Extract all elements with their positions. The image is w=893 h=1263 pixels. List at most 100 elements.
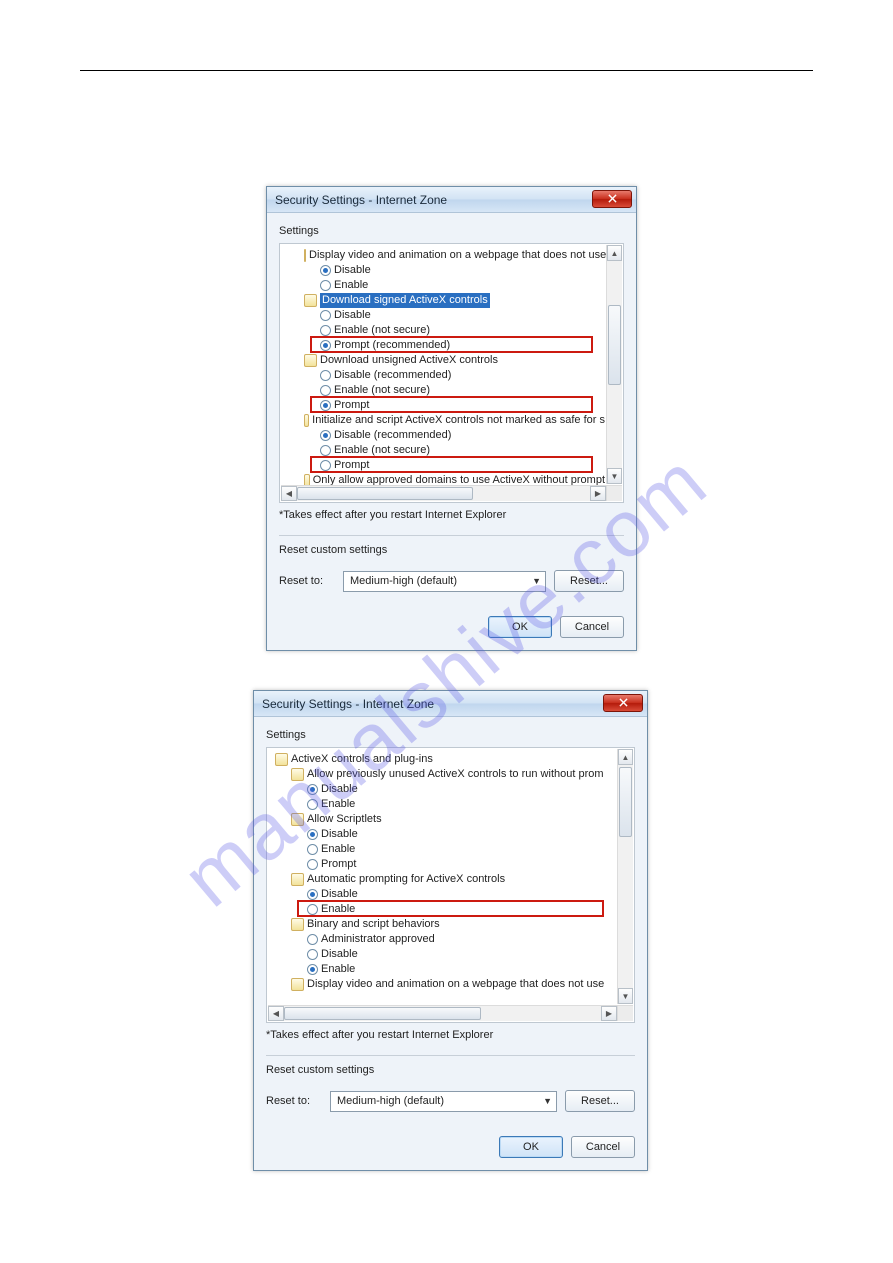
scroll-right-arrow[interactable]: ▶ xyxy=(601,1006,617,1021)
radio-option[interactable]: Disable xyxy=(284,308,605,323)
radio-icon[interactable] xyxy=(320,310,331,321)
horizontal-scrollbar[interactable]: ◀ ▶ xyxy=(281,485,606,501)
scroll-left-arrow[interactable]: ◀ xyxy=(268,1006,284,1021)
scroll-thumb[interactable] xyxy=(608,305,621,385)
option-label: Disable xyxy=(321,887,358,902)
radio-option[interactable]: Disable xyxy=(271,782,616,797)
close-button[interactable] xyxy=(592,190,632,208)
radio-option[interactable]: Prompt xyxy=(284,398,605,413)
reset-to-label: Reset to: xyxy=(279,575,335,587)
option-label: Enable (not secure) xyxy=(334,323,430,338)
radio-option[interactable]: Enable xyxy=(271,797,616,812)
radio-icon[interactable] xyxy=(307,859,318,870)
radio-option[interactable]: Administrator approved xyxy=(271,932,616,947)
radio-icon[interactable] xyxy=(307,889,318,900)
radio-icon[interactable] xyxy=(320,400,331,411)
reset-button[interactable]: Reset... xyxy=(565,1090,635,1112)
reset-level-dropdown[interactable]: Medium-high (default) ▼ xyxy=(330,1091,557,1112)
radio-icon[interactable] xyxy=(307,949,318,960)
scroll-left-arrow[interactable]: ◀ xyxy=(281,486,297,501)
radio-icon[interactable] xyxy=(320,445,331,456)
radio-option[interactable]: Enable (not secure) xyxy=(284,443,605,458)
scroll-up-arrow[interactable]: ▲ xyxy=(618,749,633,765)
titlebar[interactable]: Security Settings - Internet Zone xyxy=(254,691,647,717)
option-label: Disable xyxy=(321,827,358,842)
scroll-right-arrow[interactable]: ▶ xyxy=(590,486,606,501)
category-label: Download signed ActiveX controls xyxy=(320,293,490,308)
option-label: Enable xyxy=(321,797,355,812)
ok-button[interactable]: OK xyxy=(499,1136,563,1158)
radio-option[interactable]: Disable xyxy=(271,887,616,902)
horizontal-scrollbar[interactable]: ◀ ▶ xyxy=(268,1005,617,1021)
radio-option[interactable]: Disable xyxy=(284,263,605,278)
reset-to-label: Reset to: xyxy=(266,1095,322,1107)
scroll-corner xyxy=(606,485,622,501)
radio-icon[interactable] xyxy=(320,325,331,336)
vertical-scrollbar[interactable]: ▲ ▼ xyxy=(617,749,633,1004)
title-text: Security Settings - Internet Zone xyxy=(275,193,447,207)
dropdown-value: Medium-high (default) xyxy=(350,575,457,587)
radio-option[interactable]: Disable xyxy=(271,827,616,842)
close-button[interactable] xyxy=(603,694,643,712)
radio-option[interactable]: Disable xyxy=(271,947,616,962)
radio-icon[interactable] xyxy=(307,799,318,810)
radio-option[interactable]: Enable (not secure) xyxy=(284,323,605,338)
radio-option[interactable]: Enable (not secure) xyxy=(284,383,605,398)
tree-category: Allow Scriptlets xyxy=(271,812,616,827)
radio-icon[interactable] xyxy=(307,964,318,975)
option-label: Disable (recommended) xyxy=(334,368,451,383)
radio-option[interactable]: Prompt xyxy=(271,857,616,872)
divider xyxy=(279,535,624,536)
reset-section-label: Reset custom settings xyxy=(279,544,624,556)
radio-icon[interactable] xyxy=(307,934,318,945)
radio-option[interactable]: Prompt (recommended) xyxy=(284,338,605,353)
option-label: Disable (recommended) xyxy=(334,428,451,443)
radio-option[interactable]: Enable xyxy=(271,842,616,857)
option-label: Enable (not secure) xyxy=(334,443,430,458)
radio-icon[interactable] xyxy=(320,430,331,441)
tree-category: Initialize and script ActiveX controls n… xyxy=(284,413,605,428)
radio-option[interactable]: Enable xyxy=(271,902,616,917)
scroll-thumb-h[interactable] xyxy=(297,487,473,500)
category-icon xyxy=(291,768,304,781)
option-label: Prompt xyxy=(321,857,356,872)
radio-option[interactable]: Prompt xyxy=(284,458,605,473)
radio-icon[interactable] xyxy=(320,265,331,276)
option-label: Disable xyxy=(334,263,371,278)
reset-level-dropdown[interactable]: Medium-high (default) ▼ xyxy=(343,571,546,592)
radio-option[interactable]: Enable xyxy=(271,962,616,977)
reset-section-label: Reset custom settings xyxy=(266,1064,635,1076)
scroll-thumb[interactable] xyxy=(619,767,632,837)
ok-button[interactable]: OK xyxy=(488,616,552,638)
option-label: Prompt xyxy=(334,458,369,473)
scroll-down-arrow[interactable]: ▼ xyxy=(618,988,633,1004)
radio-option[interactable]: Disable (recommended) xyxy=(284,368,605,383)
cancel-button[interactable]: Cancel xyxy=(560,616,624,638)
category-label: Display video and animation on a webpage… xyxy=(309,248,606,263)
titlebar[interactable]: Security Settings - Internet Zone xyxy=(267,187,636,213)
reset-button[interactable]: Reset... xyxy=(554,570,624,592)
vertical-scrollbar[interactable]: ▲ ▼ xyxy=(606,245,622,484)
radio-icon[interactable] xyxy=(320,460,331,471)
radio-icon[interactable] xyxy=(320,340,331,351)
scroll-down-arrow[interactable]: ▼ xyxy=(607,468,622,484)
radio-icon[interactable] xyxy=(320,370,331,381)
radio-icon[interactable] xyxy=(320,280,331,291)
radio-icon[interactable] xyxy=(307,904,318,915)
tree-category: Download signed ActiveX controls xyxy=(284,293,605,308)
category-label: Binary and script behaviors xyxy=(307,917,440,932)
radio-icon[interactable] xyxy=(320,385,331,396)
cancel-button[interactable]: Cancel xyxy=(571,1136,635,1158)
chevron-down-icon: ▼ xyxy=(543,1096,552,1106)
radio-option[interactable]: Enable xyxy=(284,278,605,293)
radio-option[interactable]: Disable (recommended) xyxy=(284,428,605,443)
category-icon xyxy=(291,978,304,991)
radio-icon[interactable] xyxy=(307,829,318,840)
category-icon xyxy=(304,354,317,367)
radio-icon[interactable] xyxy=(307,844,318,855)
option-label: Enable xyxy=(334,278,368,293)
scroll-up-arrow[interactable]: ▲ xyxy=(607,245,622,261)
scroll-thumb-h[interactable] xyxy=(284,1007,481,1020)
radio-icon[interactable] xyxy=(307,784,318,795)
category-icon xyxy=(291,918,304,931)
